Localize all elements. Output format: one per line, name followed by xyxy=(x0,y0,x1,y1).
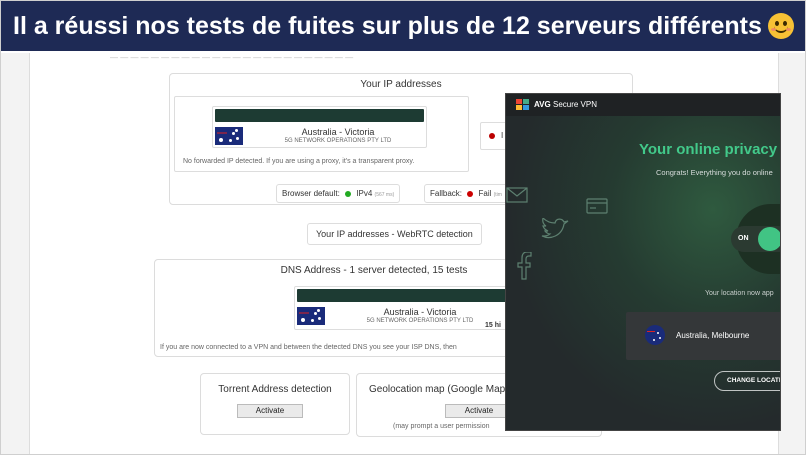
fallback-latency: (tim xyxy=(493,192,502,198)
location-name: Australia, Melbourne xyxy=(676,331,750,340)
vpn-app-title: AVG Secure VPN xyxy=(534,100,597,109)
geolocation-note: (may prompt a user permission xyxy=(393,423,490,430)
change-location-button[interactable]: CHANGE LOCATIO xyxy=(714,371,780,391)
dns-isp: 5G NETWORK OPERATIONS PTY LTD xyxy=(366,318,474,324)
caption-banner: Il a réussi nos tests de fuites sur plus… xyxy=(1,1,805,53)
twitter-bird-icon xyxy=(541,218,569,239)
success-dot-icon xyxy=(345,190,352,197)
vpn-app-name: Secure VPN xyxy=(552,100,598,109)
facebook-icon xyxy=(517,252,532,280)
envelope-icon xyxy=(506,187,528,203)
geolocation-activate-button[interactable]: Activate xyxy=(445,404,513,418)
caption-text: Il a réussi nos tests de fuites sur plus… xyxy=(13,11,762,40)
australia-flag-icon xyxy=(215,127,243,145)
masked-ip-address xyxy=(215,109,424,122)
fallback-label: Fallback: xyxy=(430,189,463,198)
dns-result-box: Australia - Victoria 5G NETWORK OPERATIO… xyxy=(294,286,510,330)
screenshot-frame: Il a réussi nos tests de fuites sur plus… xyxy=(0,0,806,455)
ip-section-title: Your IP addresses xyxy=(360,79,442,90)
location-label: Your location now app xyxy=(705,290,774,297)
geolocation-title: Geolocation map (Google Map xyxy=(369,384,506,395)
torrent-card: Torrent Address detection Activate xyxy=(200,373,350,435)
fallback-pill: Fallback: Fail (tim xyxy=(424,184,508,203)
vpn-headline: Your online privacy xyxy=(639,141,778,158)
toggle-label: ON xyxy=(738,235,749,242)
browser-default-label: Browser default: xyxy=(282,189,340,198)
webrtc-button-label: Your IP addresses - WebRTC detection xyxy=(316,229,473,239)
toggle-knob[interactable] xyxy=(758,227,780,251)
ip-isp: 5G NETWORK OPERATIONS PTY LTD xyxy=(284,138,392,144)
ip-detail-box: Australia - Victoria 5G NETWORK OPERATIO… xyxy=(212,106,427,148)
page-scrollbar[interactable] xyxy=(780,53,805,454)
smiling-face-icon xyxy=(767,13,794,39)
status-dot-icon xyxy=(489,133,495,139)
dns-hits: 15 hi xyxy=(485,322,501,329)
fail-dot-icon xyxy=(467,190,474,197)
avg-vpn-window: AVG Secure VPN Your online privacy Congr… xyxy=(505,93,781,431)
vpn-congrats-text: Congrats! Everything you do online xyxy=(656,168,773,177)
australia-flag-icon xyxy=(645,325,665,345)
latency-text: (567 ms) xyxy=(374,192,395,198)
fail-label: Fail xyxy=(478,189,492,198)
australia-flag-icon xyxy=(297,307,325,325)
cut-off-text: — — — — — — — — — — — — — — — — — — — — … xyxy=(110,53,354,59)
ip-location: Australia - Victoria xyxy=(301,127,375,137)
credit-card-icon xyxy=(586,198,608,214)
avg-logo-icon xyxy=(516,99,530,110)
side-status-text: I xyxy=(501,131,504,140)
dns-location: Australia - Victoria xyxy=(383,307,457,317)
forwarded-ip-note: No forwarded IP detected. If you are usi… xyxy=(183,158,415,165)
vpn-brand: AVG xyxy=(534,100,551,109)
masked-dns-address xyxy=(297,289,507,302)
torrent-title: Torrent Address detection xyxy=(218,384,332,395)
dns-vpn-note: If you are now connected to a VPN and be… xyxy=(160,344,457,351)
webrtc-detection-button[interactable]: Your IP addresses - WebRTC detection xyxy=(307,223,482,245)
ipv4-label: IPv4 xyxy=(356,189,373,198)
browser-default-pill: Browser default: IPv4 (567 ms) xyxy=(276,184,401,203)
torrent-activate-button[interactable]: Activate xyxy=(237,404,303,418)
